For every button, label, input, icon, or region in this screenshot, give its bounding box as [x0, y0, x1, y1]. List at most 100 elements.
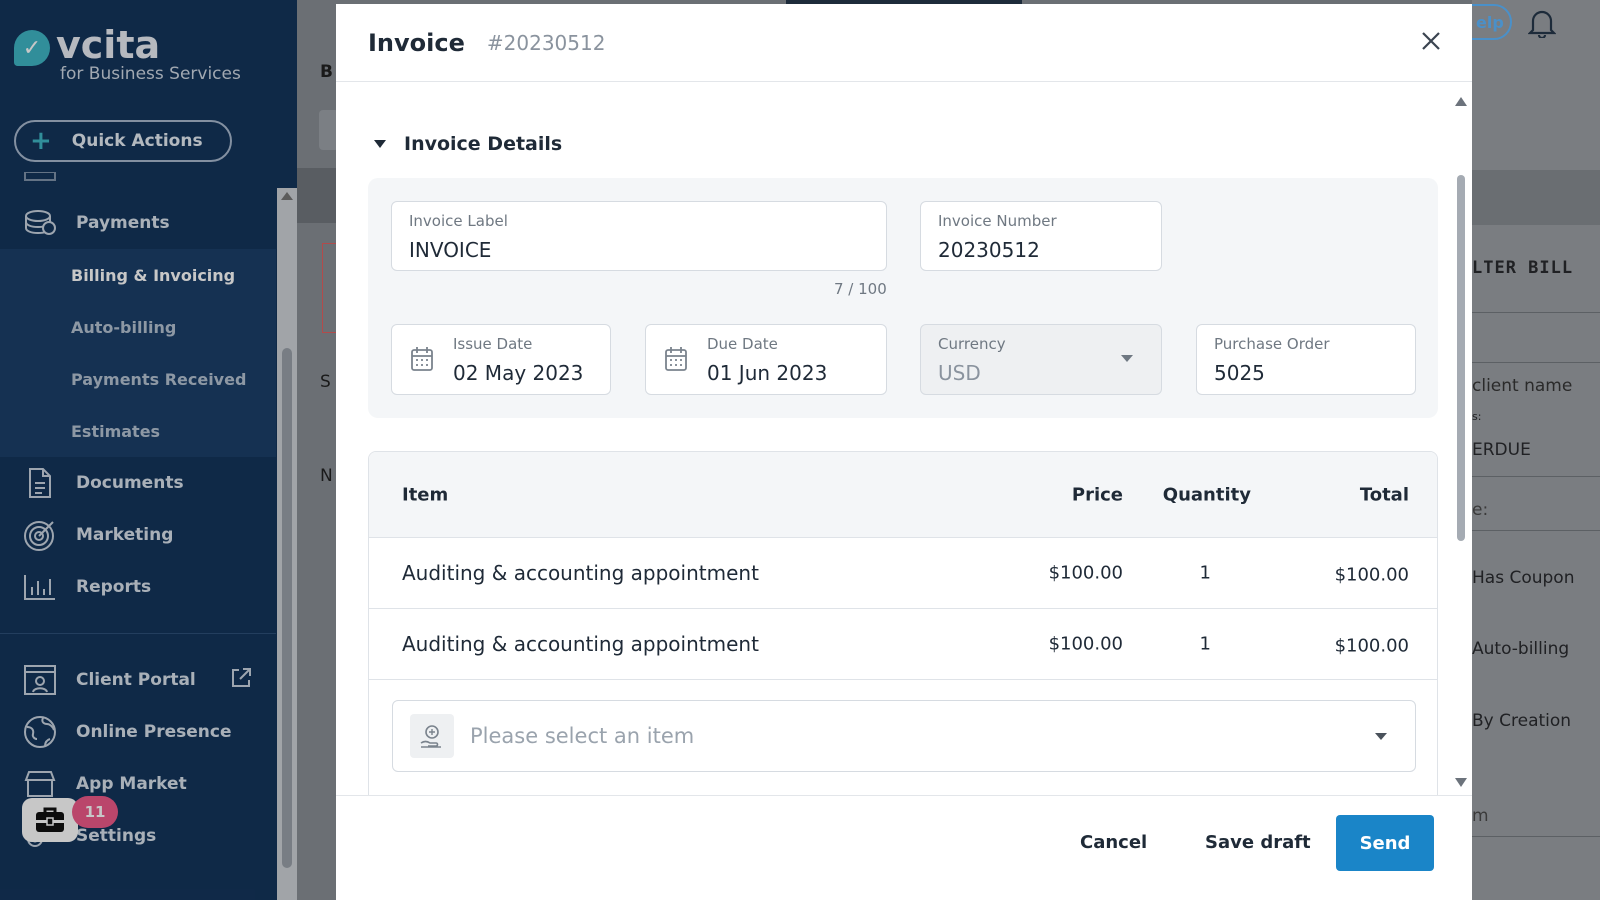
invoice-label-input[interactable]: INVOICE: [409, 238, 491, 262]
modal-scroll-thumb[interactable]: [1457, 175, 1465, 541]
sidebar-scroll-thumb[interactable]: [282, 348, 292, 868]
bg-e-label: e:: [1472, 500, 1489, 520]
sidebar-item-label: Online Presence: [76, 722, 232, 742]
vcita-logo[interactable]: ✓ vcita for Business Services: [14, 26, 241, 84]
calendar-icon: [411, 347, 433, 371]
bg-letter-b: B: [320, 62, 333, 82]
sidebar-item-online-presence[interactable]: Online Presence: [0, 706, 276, 758]
field-label: Invoice Label: [409, 212, 508, 230]
table-row[interactable]: Auditing & accounting appointment $100.0…: [369, 538, 1437, 609]
cancel-button[interactable]: Cancel: [1080, 832, 1147, 853]
sidebar-item-payments[interactable]: Payments: [0, 197, 276, 249]
sidebar-scrollbar[interactable]: [277, 188, 297, 900]
table-row[interactable]: Auditing & accounting appointment $100.0…: [369, 609, 1437, 680]
sidebar-item-label: Client Portal: [76, 670, 196, 690]
scroll-up-arrow-icon[interactable]: [281, 192, 293, 200]
column-header-item: Item: [402, 484, 449, 505]
clients-icon: [22, 162, 58, 192]
toolbox-button[interactable]: [22, 798, 78, 842]
bg-status-label: s:: [1472, 410, 1482, 423]
sidebar-item-documents[interactable]: Documents: [0, 457, 276, 509]
bg-by-creation: By Creation: [1472, 711, 1572, 731]
currency-select[interactable]: Currency USD: [920, 324, 1162, 395]
sidebar-subitem-estimates[interactable]: Estimates: [0, 405, 276, 457]
sidebar-subitem-billing-invoicing[interactable]: Billing & Invoicing: [0, 249, 276, 301]
invoice-number-field[interactable]: Invoice Number 20230512: [920, 201, 1162, 271]
due-date-value[interactable]: 01 Jun 2023: [707, 361, 827, 385]
bg-filter-header-band: [1472, 170, 1600, 225]
bg-has-coupon: Has Coupon: [1472, 568, 1575, 588]
purchase-order-input[interactable]: 5025: [1214, 361, 1265, 385]
currency-value: USD: [938, 361, 981, 385]
quick-actions-button[interactable]: + Quick Actions: [14, 120, 232, 162]
row-price: $100.00: [1048, 562, 1123, 584]
scroll-down-arrow-icon[interactable]: [1455, 778, 1467, 787]
modal-header: Invoice #20230512: [336, 4, 1472, 82]
invoice-items-table: Item Price Quantity Total Auditing & acc…: [368, 451, 1438, 795]
brand-subtitle: for Business Services: [60, 64, 241, 84]
bell-icon[interactable]: [1527, 8, 1557, 42]
sidebar: ✓ vcita for Business Services + Quick Ac…: [0, 0, 297, 900]
service-hand-icon: [410, 714, 454, 758]
select-item-placeholder: Please select an item: [470, 724, 695, 748]
bg-auto-billing: Auto-billing: [1472, 639, 1570, 659]
bg-overdue-value: ERDUE: [1472, 440, 1531, 460]
bg-filter-title: LTER BILL: [1472, 258, 1574, 278]
target-icon: [22, 520, 58, 551]
help-button[interactable]: elp: [1470, 4, 1512, 40]
quick-actions-label: Quick Actions: [71, 131, 203, 151]
invoice-modal: Invoice #20230512 Invoice Details Invoic…: [336, 0, 1472, 900]
sidebar-item-label: Payments: [76, 213, 170, 233]
invoice-number-heading: #20230512: [486, 30, 606, 55]
invoice-number-input[interactable]: 20230512: [938, 238, 1040, 262]
sidebar-item-label: Reports: [76, 577, 152, 597]
bg-strip: [297, 168, 337, 223]
vcita-logo-icon: ✓: [14, 30, 50, 66]
scroll-up-arrow-icon[interactable]: [1455, 97, 1467, 106]
column-header-total: Total: [1359, 484, 1409, 505]
chevron-down-icon: [1121, 355, 1133, 362]
select-item-dropdown[interactable]: Please select an item: [392, 700, 1416, 772]
invoice-label-field[interactable]: Invoice Label INVOICE: [391, 201, 887, 271]
issue-date-field[interactable]: Issue Date 02 May 2023: [391, 324, 611, 395]
close-icon: [1422, 32, 1440, 50]
document-icon: [22, 468, 58, 498]
bg-letter-s: S: [320, 372, 331, 392]
toolbox-icon: [36, 807, 64, 832]
calendar-icon: [665, 347, 687, 371]
bg-letter-n: N: [320, 466, 333, 486]
sidebar-item-clients-partial[interactable]: [0, 167, 276, 187]
sidebar-item-reports[interactable]: Reports: [0, 561, 276, 613]
modal-scrollbar[interactable]: [1454, 97, 1468, 787]
invoice-details-panel: Invoice Label INVOICE 7 / 100 Invoice Nu…: [368, 178, 1438, 418]
row-item-name: Auditing & accounting appointment: [402, 632, 759, 656]
sidebar-nav: Payments Billing & Invoicing Auto-billin…: [0, 172, 276, 862]
field-label: Invoice Number: [938, 212, 1057, 230]
modal-body: Invoice Details Invoice Label INVOICE 7 …: [336, 83, 1472, 795]
purchase-order-field[interactable]: Purchase Order 5025: [1196, 324, 1416, 395]
field-label: Currency: [938, 335, 1006, 353]
modal-footer: Cancel Save draft Send: [336, 795, 1472, 900]
bg-m-label: m: [1472, 806, 1489, 826]
sidebar-item-marketing[interactable]: Marketing: [0, 509, 276, 561]
close-button[interactable]: [1416, 26, 1446, 56]
field-label: Due Date: [707, 335, 778, 353]
plus-icon: +: [30, 126, 52, 156]
sidebar-item-client-portal[interactable]: Client Portal: [0, 654, 276, 706]
invoice-details-toggle[interactable]: Invoice Details: [374, 133, 562, 155]
table-header: Item Price Quantity Total: [369, 452, 1437, 538]
sidebar-item-label: App Market: [76, 774, 187, 794]
issue-date-value[interactable]: 02 May 2023: [453, 361, 583, 385]
external-link-icon[interactable]: [230, 667, 252, 694]
due-date-field[interactable]: Due Date 01 Jun 2023: [645, 324, 887, 395]
sidebar-item-label: Settings: [76, 826, 157, 846]
save-draft-button[interactable]: Save draft: [1205, 832, 1311, 853]
field-label: Issue Date: [453, 335, 533, 353]
notification-count-badge: 11: [72, 796, 118, 828]
row-total: $100.00: [1334, 564, 1409, 586]
store-icon: [22, 769, 58, 799]
send-button[interactable]: Send: [1336, 815, 1434, 871]
character-counter: 7 / 100: [834, 280, 887, 298]
sidebar-subitem-auto-billing[interactable]: Auto-billing: [0, 301, 276, 353]
sidebar-subitem-payments-received[interactable]: Payments Received: [0, 353, 276, 405]
